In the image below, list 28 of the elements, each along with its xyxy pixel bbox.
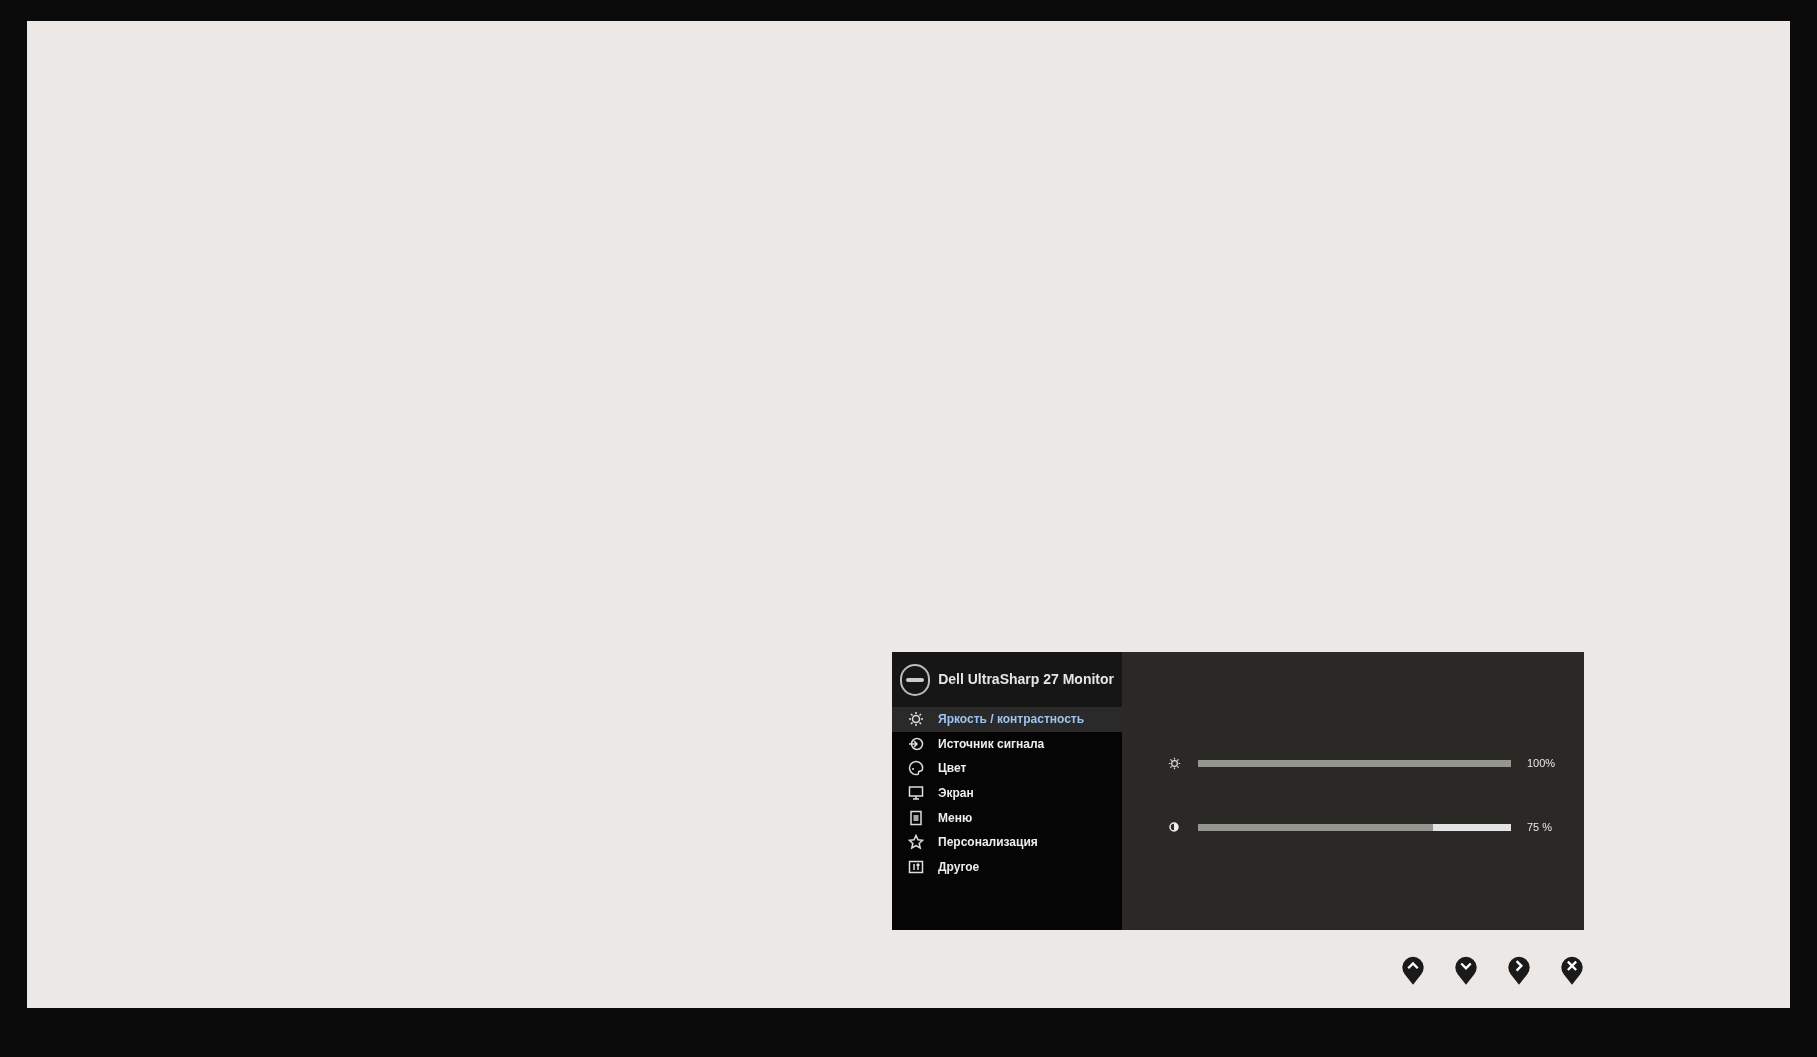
monitor-icon — [908, 785, 924, 802]
settings-sliders-icon — [908, 858, 924, 875]
list-icon — [908, 809, 924, 826]
close-icon — [1560, 954, 1584, 986]
logo-icon — [900, 663, 931, 696]
palette-icon — [908, 760, 924, 777]
navigation-button[interactable] — [1401, 954, 1425, 986]
caret-down-icon — [1454, 954, 1478, 986]
menu-item[interactable]: Источник сигнала — [892, 731, 1122, 757]
menu-item[interactable]: Персонализация — [892, 829, 1122, 855]
menu-item[interactable]: Другое — [892, 854, 1122, 880]
star-icon — [908, 834, 924, 851]
navigation-button[interactable] — [1454, 954, 1478, 986]
menu-item[interactable]: Цвет — [892, 756, 1122, 781]
caret-up-icon — [1401, 954, 1425, 986]
osd-title: Dell UltraSharp 27 Monitor — [938, 670, 1114, 689]
slider-value: 100% — [1527, 755, 1556, 771]
caret-right-icon — [1507, 954, 1531, 986]
slider-track[interactable] — [1198, 823, 1511, 831]
contrast-icon — [1169, 822, 1179, 832]
navigation-button[interactable] — [1507, 954, 1531, 986]
menu-item[interactable]: Экран — [892, 780, 1122, 806]
close-button[interactable] — [1560, 954, 1584, 986]
sun-icon — [908, 711, 924, 728]
slider-value: 75 % — [1527, 819, 1553, 835]
menu-item[interactable]: Яркость / контрастность — [892, 707, 1122, 732]
menu-item[interactable]: Меню — [892, 805, 1122, 830]
sun-icon — [1167, 756, 1181, 770]
